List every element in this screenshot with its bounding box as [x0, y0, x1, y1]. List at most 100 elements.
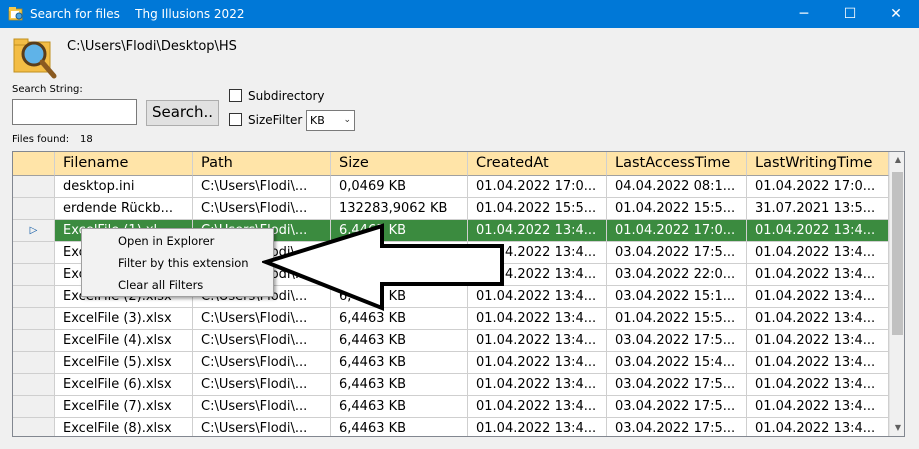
scroll-up-icon[interactable]: ▲: [890, 152, 904, 168]
row-header[interactable]: [13, 176, 55, 198]
menu-item-clear-all-filters[interactable]: Clear all Filters: [82, 274, 273, 296]
cell-lastaccesstime[interactable]: 03.04.2022 17:5...: [607, 374, 747, 396]
table-row[interactable]: ExcelFile (6).xlsx C:\Users\Flodi\... 6,44…: [13, 374, 889, 396]
app-icon: [8, 7, 23, 21]
cell-lastaccesstime[interactable]: 03.04.2022 17:5...: [607, 418, 747, 436]
cell-filename[interactable]: ExcelFile (3).xlsx: [55, 308, 193, 330]
cell-createdat[interactable]: 01.04.2022 13:4...: [468, 396, 607, 418]
cell-path[interactable]: C:\Users\Flodi\...: [193, 330, 331, 352]
cell-createdat[interactable]: 01.04.2022 17:0...: [468, 176, 607, 198]
cell-lastaccesstime[interactable]: 01.04.2022 15:5...: [607, 198, 747, 220]
cell-lastaccesstime[interactable]: 03.04.2022 15:4...: [607, 352, 747, 374]
cell-lastaccesstime[interactable]: 01.04.2022 15:5...: [607, 308, 747, 330]
cell-lastaccesstime[interactable]: 03.04.2022 22:0...: [607, 264, 747, 286]
cell-size[interactable]: 6,4463 KB: [331, 352, 468, 374]
cell-lastaccesstime[interactable]: 01.04.2022 17:0...: [607, 220, 747, 242]
cell-lastwritingtime[interactable]: 01.04.2022 13:4...: [747, 286, 889, 308]
files-found-count: 18: [80, 134, 93, 145]
cell-lastwritingtime[interactable]: 01.04.2022 13:4...: [747, 242, 889, 264]
cell-path[interactable]: C:\Users\Flodi\...: [193, 396, 331, 418]
table-row[interactable]: erdende Rückb... C:\Users\Flodi\... 132283…: [13, 198, 889, 220]
cell-path[interactable]: C:\Users\Flodi\...: [193, 176, 331, 198]
cell-path[interactable]: C:\Users\Flodi\...: [193, 198, 331, 220]
cell-filename[interactable]: ExcelFile (4).xlsx: [55, 330, 193, 352]
cell-lastaccesstime[interactable]: 03.04.2022 17:5...: [607, 242, 747, 264]
column-header-lastaccesstime[interactable]: LastAccessTime: [607, 152, 747, 176]
row-header[interactable]: [13, 264, 55, 286]
row-header[interactable]: [13, 396, 55, 418]
title-bar[interactable]: Search for files Thg Illusions 2022 ─ ☐ …: [0, 0, 919, 28]
row-header[interactable]: [13, 374, 55, 396]
cell-lastwritingtime[interactable]: 01.04.2022 13:4...: [747, 308, 889, 330]
table-row[interactable]: ExcelFile (4).xlsx C:\Users\Flodi\... 6,44…: [13, 330, 889, 352]
cell-filename[interactable]: ExcelFile (6).xlsx: [55, 374, 193, 396]
cell-filename[interactable]: ExcelFile (5).xlsx: [55, 352, 193, 374]
cell-size[interactable]: 0,0469 KB: [331, 176, 468, 198]
cell-lastwritingtime[interactable]: 01.04.2022 13:4...: [747, 330, 889, 352]
cell-path[interactable]: C:\Users\Flodi\...: [193, 418, 331, 436]
cell-filename[interactable]: erdende Rückb...: [55, 198, 193, 220]
cell-size[interactable]: 6,4463 KB: [331, 330, 468, 352]
column-header-lastwritingtime[interactable]: LastWritingTime: [747, 152, 889, 176]
cell-lastaccesstime[interactable]: 03.04.2022 17:5...: [607, 396, 747, 418]
cell-lastwritingtime[interactable]: 01.04.2022 13:4...: [747, 374, 889, 396]
cell-createdat[interactable]: 01.04.2022 15:5...: [468, 198, 607, 220]
cell-lastwritingtime[interactable]: 01.04.2022 13:4...: [747, 352, 889, 374]
row-header-current-icon[interactable]: ▷: [13, 220, 55, 242]
column-header-path[interactable]: Path: [193, 152, 331, 176]
search-input[interactable]: [12, 99, 137, 125]
cell-lastwritingtime[interactable]: 01.04.2022 13:4...: [747, 418, 889, 436]
sizefilter-checkbox[interactable]: [229, 113, 242, 126]
cell-size[interactable]: 6,4463 KB: [331, 374, 468, 396]
column-header-createdat[interactable]: CreatedAt: [468, 152, 607, 176]
maximize-button[interactable]: ☐: [827, 0, 873, 28]
minimize-button[interactable]: ─: [781, 0, 827, 28]
table-row[interactable]: ExcelFile (8).xlsx C:\Users\Flodi\... 6,44…: [13, 418, 889, 436]
cell-filename[interactable]: ExcelFile (7).xlsx: [55, 396, 193, 418]
row-header[interactable]: [13, 418, 55, 436]
sizefilter-label[interactable]: SizeFilter: [248, 113, 302, 127]
cell-createdat[interactable]: 01.04.2022 13:4...: [468, 374, 607, 396]
cell-size[interactable]: 6,4463 KB: [331, 418, 468, 436]
row-header[interactable]: [13, 198, 55, 220]
cell-createdat[interactable]: 01.04.2022 13:4...: [468, 352, 607, 374]
subdirectory-label[interactable]: Subdirectory: [248, 89, 325, 103]
row-header[interactable]: [13, 308, 55, 330]
size-unit-select[interactable]: KB ⌄: [306, 110, 355, 131]
cell-lastaccesstime[interactable]: 03.04.2022 15:1...: [607, 286, 747, 308]
table-row[interactable]: ExcelFile (5).xlsx C:\Users\Flodi\... 6,44…: [13, 352, 889, 374]
search-button[interactable]: Search..: [146, 100, 219, 126]
subdirectory-checkbox[interactable]: [229, 89, 242, 102]
cell-createdat[interactable]: 01.04.2022 13:4...: [468, 418, 607, 436]
row-header[interactable]: [13, 352, 55, 374]
menu-item-open-in-explorer[interactable]: Open in Explorer: [82, 230, 273, 252]
row-header[interactable]: [13, 330, 55, 352]
table-row[interactable]: desktop.ini C:\Users\Flodi\... 0,0469 KB 01…: [13, 176, 889, 198]
column-header-filename[interactable]: Filename: [55, 152, 193, 176]
column-header-size[interactable]: Size: [331, 152, 468, 176]
cell-createdat[interactable]: 01.04.2022 13:4...: [468, 330, 607, 352]
cell-lastwritingtime[interactable]: 01.04.2022 13:4...: [747, 264, 889, 286]
row-header[interactable]: [13, 286, 55, 308]
scroll-down-icon[interactable]: ▼: [890, 420, 904, 436]
cell-filename[interactable]: ExcelFile (8).xlsx: [55, 418, 193, 436]
row-header[interactable]: [13, 242, 55, 264]
cell-path[interactable]: C:\Users\Flodi\...: [193, 352, 331, 374]
cell-lastaccesstime[interactable]: 04.04.2022 08:1...: [607, 176, 747, 198]
vertical-scrollbar[interactable]: ▲ ▼: [889, 152, 904, 436]
scrollbar-thumb[interactable]: [892, 172, 903, 335]
cell-lastaccesstime[interactable]: 03.04.2022 17:5...: [607, 330, 747, 352]
cell-size[interactable]: 6,4463 KB: [331, 396, 468, 418]
menu-item-filter-by-extension[interactable]: Filter by this extension: [82, 252, 273, 274]
cell-filename[interactable]: desktop.ini: [55, 176, 193, 198]
cell-size[interactable]: 132283,9062 KB: [331, 198, 468, 220]
cell-lastwritingtime[interactable]: 01.04.2022 13:4...: [747, 220, 889, 242]
cell-lastwritingtime[interactable]: 01.04.2022 13:4...: [747, 396, 889, 418]
close-button[interactable]: ✕: [873, 0, 919, 28]
cell-lastwritingtime[interactable]: 31.07.2021 13:5...: [747, 198, 889, 220]
cell-path[interactable]: C:\Users\Flodi\...: [193, 374, 331, 396]
window-title: Search for files Thg Illusions 2022: [30, 7, 245, 21]
cell-lastwritingtime[interactable]: 01.04.2022 17:0...: [747, 176, 889, 198]
table-row[interactable]: ExcelFile (7).xlsx C:\Users\Flodi\... 6,44…: [13, 396, 889, 418]
row-header-corner[interactable]: [13, 152, 55, 176]
